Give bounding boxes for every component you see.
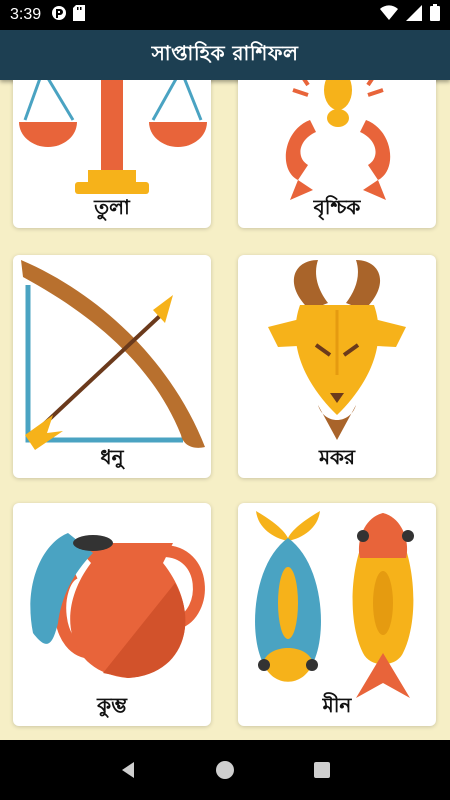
sign-label: ধনু [100, 445, 124, 469]
sign-label: মকর [318, 445, 356, 469]
app-title: সাপ্তাহিক রাশিফল [151, 40, 299, 65]
status-bar: 3:39 [0, 0, 450, 30]
sign-card-aquarius[interactable]: কুম্ভ [13, 503, 211, 726]
home-button[interactable] [205, 750, 245, 790]
signal-icon [406, 4, 422, 26]
navigation-bar [0, 740, 450, 800]
recents-icon [313, 762, 330, 778]
sign-card-capricorn[interactable]: মকর [238, 255, 436, 478]
wifi-icon [380, 4, 398, 26]
sign-label: তুলা [94, 195, 130, 219]
sign-label: কুম্ভ [97, 693, 127, 717]
status-time: 3:39 [10, 6, 42, 23]
back-button[interactable] [108, 750, 148, 790]
notification-icon [51, 5, 67, 26]
sign-label: মীন [322, 693, 352, 717]
app-bar: সাপ্তাহিক রাশিফল [0, 30, 450, 80]
back-icon [122, 762, 135, 778]
home-icon [215, 761, 234, 779]
sign-card-sagittarius[interactable]: ধনু [13, 255, 211, 478]
sd-card-icon [73, 4, 86, 26]
sign-card-scorpio[interactable]: বৃশ্চিক [238, 80, 436, 228]
recents-button[interactable] [302, 750, 342, 790]
sign-card-pisces[interactable]: মীন [238, 503, 436, 726]
battery-icon [430, 4, 440, 26]
sign-label: বৃশ্চিক [313, 195, 361, 219]
zodiac-grid[interactable]: তুলা বৃশ্চিক ধনু মকর কুম্ভ মীন [0, 80, 450, 740]
sign-card-libra[interactable]: তুলা [13, 80, 211, 228]
